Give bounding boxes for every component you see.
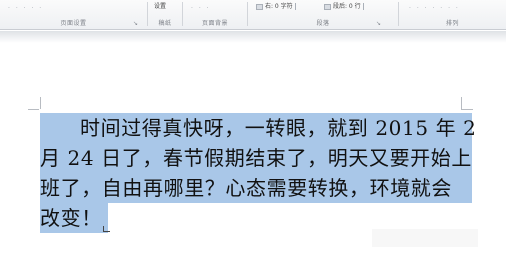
- page-corner-mark-right: [461, 97, 462, 109]
- line-text[interactable]: 时间过得真快呀，一转眼，就到 2015 年 2: [80, 116, 477, 140]
- paragraph-line[interactable]: 月 24 日了，春节假期结束了，明天又要开始上: [40, 143, 472, 173]
- watermark: [372, 229, 478, 247]
- paragraph-line[interactable]: 班了，自由再哪里？心态需要转换，环境就会: [40, 173, 472, 203]
- draft-settings-button[interactable]: 设置: [154, 3, 166, 11]
- line-text[interactable]: 改变！: [40, 206, 102, 230]
- ribbon: · · · · · 页面设置 ↘ 设置 稿纸 · · · 页面背景 右: 0 字…: [0, 0, 506, 30]
- paragraph-group: 右: 0 字符 段后: 0 行 段落 ↘: [248, 0, 398, 29]
- arrange-group-label: 排列: [445, 20, 459, 27]
- indent-right-value[interactable]: 右: 0 字符: [265, 3, 293, 10]
- document-body[interactable]: 时间过得真快呀，一转眼，就到 2015 年 2 月 24 日了，春节假期结束了，…: [40, 113, 476, 233]
- spacing-after-value[interactable]: 段后: 0 行: [333, 3, 361, 10]
- indent-right-icon: [256, 3, 263, 10]
- arrange-buttons[interactable]: · · · · · · ·: [409, 5, 460, 12]
- spacing-after-spinner-icon[interactable]: [362, 3, 367, 10]
- draft-paper-group: 设置 稿纸: [148, 0, 182, 29]
- line-text[interactable]: 班了，自由再哪里？心态需要转换，环境就会: [40, 176, 452, 200]
- arrange-group: · · · · · · · 排列: [399, 0, 506, 29]
- spacing-after-control[interactable]: 段后: 0 行: [324, 3, 367, 11]
- page-background-buttons[interactable]: · · ·: [191, 5, 211, 12]
- spacing-after-icon: [324, 3, 331, 10]
- page-corner-mark-left: [38, 97, 41, 109]
- draft-paper-group-label: 稿纸: [158, 20, 172, 27]
- ribbon-shadow: [0, 31, 506, 43]
- paragraph-mark-icon: [103, 226, 110, 232]
- line-text[interactable]: 月 24 日了，春节假期结束了，明天又要开始上: [40, 146, 472, 170]
- page-setup-launcher-icon[interactable]: ↘: [133, 21, 138, 27]
- page-corner-mark-right-h: [461, 109, 473, 110]
- page-setup-group: · · · · · 页面设置 ↘: [0, 0, 147, 29]
- paragraph-launcher-icon[interactable]: ↘: [376, 21, 381, 27]
- paragraph-line[interactable]: 时间过得真快呀，一转眼，就到 2015 年 2: [40, 113, 476, 143]
- page-background-group: · · · 页面背景: [183, 0, 247, 29]
- indent-right-spinner-icon[interactable]: [294, 3, 299, 10]
- page-background-group-label: 页面背景: [201, 20, 228, 27]
- indent-right-control[interactable]: 右: 0 字符: [256, 3, 299, 11]
- page-setup-group-label: 页面设置: [60, 20, 87, 27]
- page-corner-mark-left-h: [28, 109, 39, 110]
- ribbon-buttons-row[interactable]: · · · · ·: [8, 5, 43, 12]
